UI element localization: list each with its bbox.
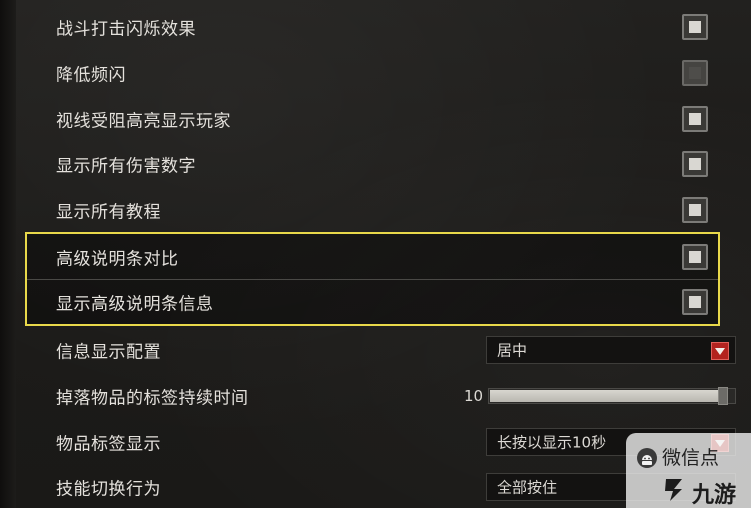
jiuyou-logo-icon [665,479,682,501]
slider-handle[interactable] [718,387,728,405]
panel-left-edge [0,0,16,508]
highlight-blocked-checkbox[interactable] [682,106,708,132]
setting-show-advanced-tooltip[interactable]: 显示高级说明条信息 [28,279,718,325]
watermark-title: 微信点 [662,447,720,469]
setting-label: 战斗打击闪烁效果 [56,19,196,40]
setting-show-damage[interactable]: 显示所有伤害数字 [28,141,718,187]
setting-info-display: 信息显示配置 居中 [28,327,736,373]
setting-label: 物品标签显示 [56,434,161,455]
settings-panel: 战斗打击闪烁效果 降低频闪 视线受阻高亮显示玩家 显示所有伤害数字 显示所有教程… [0,0,751,508]
dropdown-value: 全部按住 [497,478,558,497]
setting-label: 降低频闪 [56,65,126,86]
dropdown-value: 居中 [497,341,528,360]
slider-value: 10 [464,387,484,405]
reduce-flash-checkbox[interactable] [682,60,708,86]
setting-drop-label-duration: 掉落物品的标签持续时间 10 [28,373,736,419]
setting-label: 掉落物品的标签持续时间 [56,388,249,409]
combat-flash-checkbox[interactable] [682,14,708,40]
watermark: 微信点 九游 [626,433,751,508]
dropdown-arrow-icon[interactable] [711,342,729,360]
setting-show-tutorials[interactable]: 显示所有教程 [28,187,718,233]
setting-combat-flash[interactable]: 战斗打击闪烁效果 [28,4,718,50]
setting-skill-switch: 技能切换行为 全部按住 [28,464,736,508]
setting-label: 显示所有伤害数字 [56,156,196,177]
setting-label: 高级说明条对比 [56,249,179,270]
setting-label: 信息显示配置 [56,342,161,363]
info-display-dropdown[interactable]: 居中 [486,336,736,364]
setting-label: 视线受阻高亮显示玩家 [56,111,231,132]
setting-label: 显示所有教程 [56,202,161,223]
slider-fill [490,390,719,402]
setting-reduce-flash[interactable]: 降低频闪 [28,50,718,96]
android-icon [637,448,657,468]
show-damage-checkbox[interactable] [682,151,708,177]
setting-item-label-display: 物品标签显示 长按以显示10秒 [28,419,736,465]
show-tutorials-checkbox[interactable] [682,197,708,223]
show-advanced-tooltip-checkbox[interactable] [682,289,708,315]
drop-label-duration-slider[interactable] [488,387,736,405]
setting-advanced-tooltip-contrast[interactable]: 高级说明条对比 [28,234,718,280]
watermark-brand: 九游 [692,483,737,508]
setting-highlight-blocked[interactable]: 视线受阻高亮显示玩家 [28,96,718,142]
advanced-tooltip-contrast-checkbox[interactable] [682,244,708,270]
setting-label: 技能切换行为 [56,479,161,500]
setting-label: 显示高级说明条信息 [56,294,214,315]
dropdown-value: 长按以显示10秒 [497,433,607,452]
